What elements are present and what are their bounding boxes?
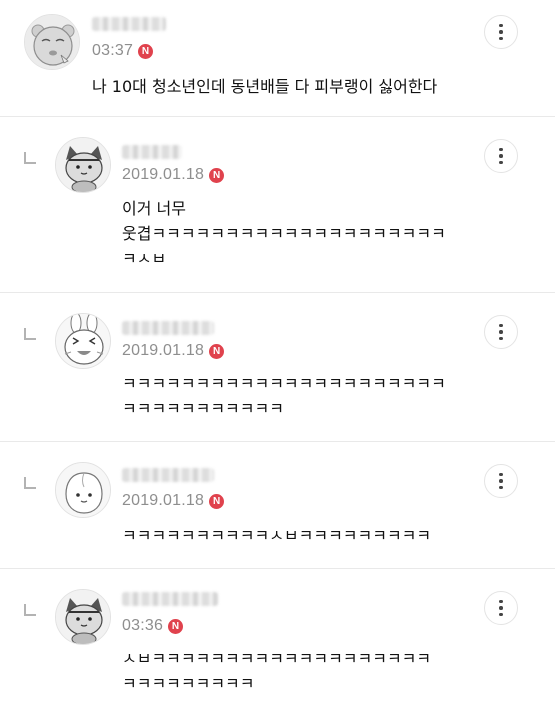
new-badge: N — [138, 43, 154, 59]
reply-arrow-icon — [24, 152, 36, 164]
reply-item: 2019.01.18 N ㅋㅋㅋㅋㅋㅋㅋㅋㅋㅋㅅㅂㅋㅋㅋㅋㅋㅋㅋㅋㅋ — [0, 442, 555, 569]
comment-time: 2019.01.18 — [122, 166, 205, 183]
more-dots-icon — [499, 323, 503, 341]
new-badge: N — [168, 618, 184, 634]
comment-time: 2019.01.18 — [122, 342, 205, 359]
reply-arrow-icon — [24, 604, 36, 616]
comment-time: 03:36 — [122, 617, 164, 634]
more-dots-icon — [499, 147, 503, 165]
comment-text: 나 10대 청소년인데 동년배들 다 피부랭이 싫어한다 — [92, 77, 438, 96]
cat-avatar-icon[interactable] — [55, 589, 111, 645]
new-badge: N — [209, 343, 225, 359]
round-face-avatar-icon[interactable] — [24, 14, 80, 70]
new-badge: N — [209, 493, 225, 509]
author-name-blurred — [122, 468, 214, 482]
bunny-avatar-icon[interactable] — [55, 313, 111, 369]
peach-avatar-icon[interactable] — [55, 462, 111, 518]
comment-meta: 03:37 N — [92, 42, 154, 60]
comment-text: ㅋㅋㅋㅋㅋㅋㅋㅋㅋㅋㅅㅂㅋㅋㅋㅋㅋㅋㅋㅋㅋ — [122, 526, 432, 545]
comment-item: 03:37 N 나 10대 청소년인데 동년배들 다 피부랭이 싫어한다 — [0, 0, 555, 117]
author-name-blurred — [122, 592, 218, 606]
author-name-blurred — [122, 321, 214, 335]
reply-item: 2019.01.18 N 이거 너무 웃겹ㅋㅋㅋㅋㅋㅋㅋㅋㅋㅋㅋㅋㅋㅋㅋㅋㅋㅋㅋ… — [0, 117, 555, 293]
comment-text: ㅅㅂㅋㅋㅋㅋㅋㅋㅋㅋㅋㅋㅋㅋㅋㅋㅋㅋㅋㅋㅋ ㅋㅋㅋㅋㅋㅋㅋㅋㅋ — [122, 649, 432, 693]
more-options-button[interactable] — [484, 15, 518, 49]
new-badge: N — [209, 167, 225, 183]
more-options-button[interactable] — [484, 139, 518, 173]
comment-meta: 2019.01.18 N — [122, 342, 225, 360]
comment-time: 03:37 — [92, 42, 134, 59]
more-options-button[interactable] — [484, 464, 518, 498]
more-options-button[interactable] — [484, 591, 518, 625]
reply-arrow-icon — [24, 328, 36, 340]
comment-meta: 2019.01.18 N — [122, 166, 225, 184]
reply-item: 2019.01.18 N ㅋㅋㅋㅋㅋㅋㅋㅋㅋㅋㅋㅋㅋㅋㅋㅋㅋㅋㅋㅋㅋㅋ ㅋㅋㅋㅋ… — [0, 293, 555, 442]
comment-time: 2019.01.18 — [122, 492, 205, 509]
reply-item: 03:36 N ㅅㅂㅋㅋㅋㅋㅋㅋㅋㅋㅋㅋㅋㅋㅋㅋㅋㅋㅋㅋㅋ ㅋㅋㅋㅋㅋㅋㅋㅋㅋ — [0, 569, 555, 718]
comment-meta: 03:36 N — [122, 617, 184, 635]
comment-meta: 2019.01.18 N — [122, 492, 225, 510]
more-dots-icon — [499, 599, 503, 617]
more-dots-icon — [499, 472, 503, 490]
author-name-blurred — [122, 145, 182, 159]
more-options-button[interactable] — [484, 315, 518, 349]
comment-text: ㅋㅋㅋㅋㅋㅋㅋㅋㅋㅋㅋㅋㅋㅋㅋㅋㅋㅋㅋㅋㅋㅋ ㅋㅋㅋㅋㅋㅋㅋㅋㅋㅋㅋ — [122, 374, 446, 418]
more-dots-icon — [499, 23, 503, 41]
reply-arrow-icon — [24, 477, 36, 489]
author-name-blurred — [92, 17, 166, 31]
cat-avatar-icon[interactable] — [55, 137, 111, 193]
comment-text: 이거 너무 웃겹ㅋㅋㅋㅋㅋㅋㅋㅋㅋㅋㅋㅋㅋㅋㅋㅋㅋㅋㅋㅋ ㅋㅅㅂ — [122, 199, 446, 268]
